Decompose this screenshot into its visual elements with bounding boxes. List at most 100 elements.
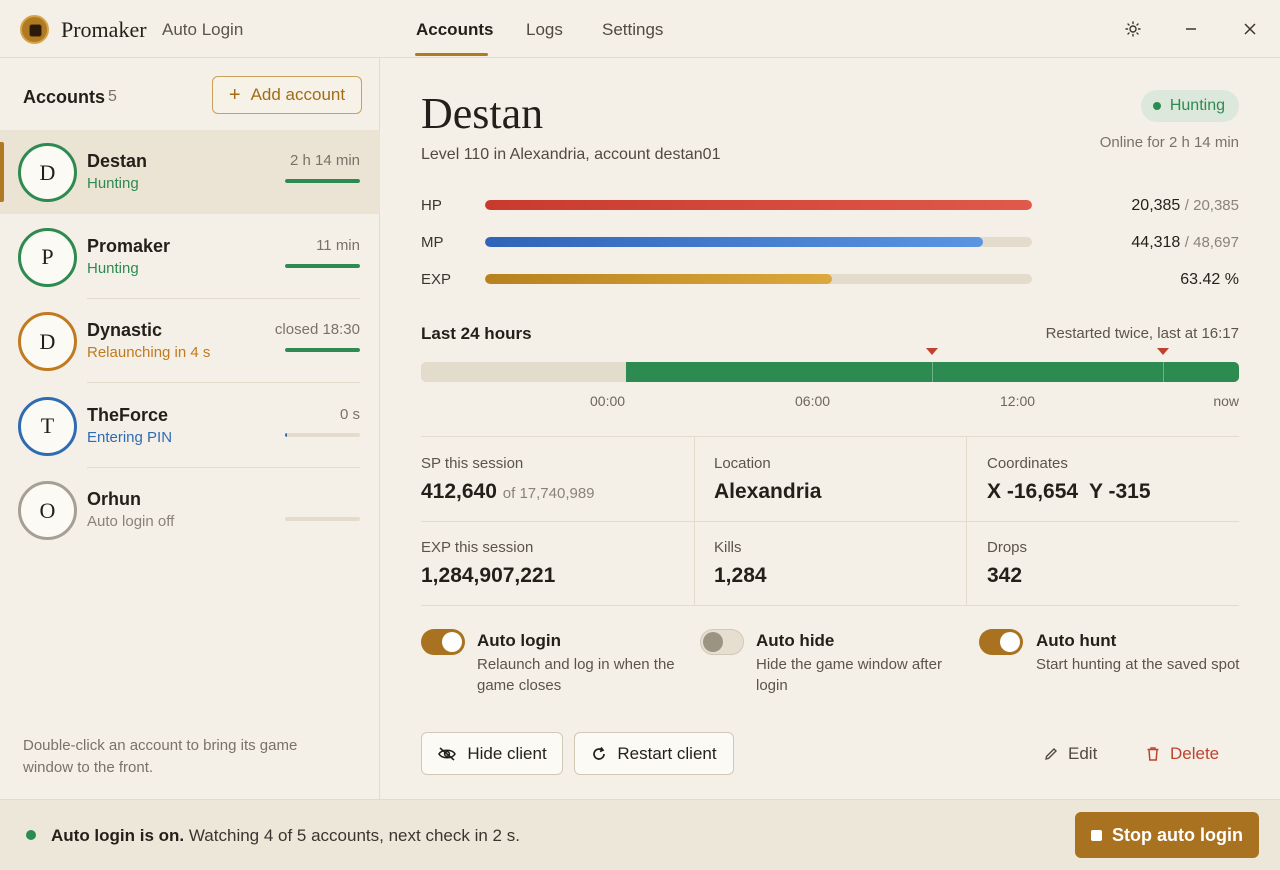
sidebar-hint: Double-click an account to bring its gam… — [23, 737, 298, 776]
avatar-initial: T — [40, 413, 55, 438]
status-footer: Auto login is on. Watching 4 of 5 accoun… — [0, 799, 1280, 870]
close-button[interactable] — [1237, 16, 1263, 42]
stop-icon — [1091, 829, 1102, 841]
account-detail: Destan Level 110 in Alexandria, account … — [381, 58, 1280, 799]
account-row[interactable]: T TheForce Entering PIN 0 s — [0, 384, 380, 468]
account-progress-bar — [285, 348, 360, 352]
stop-auto-login-button[interactable]: Stop auto login — [1075, 812, 1259, 858]
sun-icon — [1125, 21, 1141, 37]
restart-client-button[interactable]: Restart client — [574, 732, 734, 775]
minimize-button[interactable] — [1178, 16, 1204, 42]
account-name: TheForce — [87, 404, 169, 425]
account-progress-fill — [285, 263, 360, 268]
status-dot-icon — [26, 830, 36, 840]
tab-accounts[interactable]: Accounts — [416, 20, 493, 40]
tab-logs[interactable]: Logs — [526, 20, 563, 40]
hp-bar — [485, 200, 1032, 210]
auto-hunt-toggle[interactable] — [979, 629, 1023, 655]
delete-button[interactable]: Delete — [1145, 744, 1219, 764]
exp-session-value: 1,284,907,221 — [421, 564, 556, 587]
account-row[interactable]: D Dynastic Relaunching in 4 s closed 18:30 — [0, 299, 380, 383]
coordinates-cell: Coordinates X -16,654 Y -315 — [987, 437, 1239, 521]
plus-icon: + — [228, 84, 241, 106]
account-row[interactable]: P Promaker Hunting 11 min — [0, 215, 380, 299]
drops-label: Drops — [987, 539, 1028, 556]
hide-client-button[interactable]: Hide client — [421, 732, 563, 775]
account-row[interactable]: D Destan Hunting 2 h 14 min — [0, 130, 380, 214]
exp-bar-fill — [485, 274, 832, 284]
sp-total: of 17,740,989 — [502, 485, 595, 502]
sidebar-title: Accounts — [23, 87, 106, 107]
location-label: Location — [714, 455, 771, 472]
accounts-sidebar: Accounts 5 + Add account D Destan Hunting 2… — [0, 58, 380, 799]
account-time: 11 min — [316, 236, 360, 254]
eye-off-icon — [438, 746, 457, 761]
edit-label: Edit — [1068, 744, 1098, 763]
timeline-tick-1200: 12:00 — [1000, 393, 1036, 409]
coordinate-x: X -16,654 — [987, 480, 1079, 503]
coordinates-label: Coordinates — [987, 455, 1068, 472]
account-status: Hunting — [87, 175, 139, 192]
account-progress-fill — [285, 348, 360, 352]
restart-client-label: Restart client — [617, 743, 717, 763]
close-icon — [1244, 23, 1256, 35]
auto-hunt-description: Start hunting at the saved spot — [1036, 656, 1240, 673]
footer-status-text: Watching 4 of 5 accounts, next check in … — [188, 826, 520, 845]
toggle-knob — [703, 632, 723, 652]
auto-login-title: Auto login — [477, 631, 562, 650]
hp-max: / 20,385 — [1184, 197, 1239, 214]
toggle-knob — [442, 632, 462, 652]
hp-bar-fill — [485, 200, 1032, 210]
avatar-initial: P — [41, 244, 54, 269]
active-tab-indicator — [415, 53, 488, 56]
restart-tick — [1162, 362, 1164, 382]
mp-label: MP — [421, 234, 444, 251]
account-name: Promaker — [87, 235, 171, 256]
exp-value: 63.42 % — [1180, 271, 1239, 288]
grid-divider — [421, 605, 1239, 606]
add-account-button[interactable]: + Add account — [212, 76, 362, 114]
timeline-tick-now: now — [1213, 393, 1239, 409]
avatar-initial: D — [39, 328, 56, 354]
account-time: 0 s — [339, 405, 360, 423]
auto-login-description: Relaunch and log in when the game closes — [477, 656, 675, 694]
sp-value: 412,640 of 17,740,989 — [421, 480, 595, 504]
edit-button[interactable]: Edit — [1043, 744, 1097, 764]
restart-marker-icon — [1156, 348, 1169, 355]
session-stats-grid: SP this session 412,640 of 17,740,989 Lo… — [421, 436, 1239, 606]
exp-session-label: EXP this session — [421, 539, 534, 556]
activity-timeline — [421, 362, 1239, 382]
hp-label: HP — [421, 197, 442, 214]
auto-hide-toggle[interactable] — [700, 629, 744, 655]
location-value: Alexandria — [714, 480, 822, 503]
restart-marker-icon — [926, 348, 939, 355]
delete-label: Delete — [1170, 744, 1220, 763]
status-badge: Hunting — [1140, 90, 1239, 122]
account-progress-bar — [285, 179, 360, 183]
auto-login-toggle[interactable] — [421, 629, 465, 655]
app-logo-icon — [20, 15, 49, 44]
auto-hide-title: Auto hide — [756, 631, 835, 650]
hp-current: 20,385 — [1131, 197, 1181, 214]
account-row[interactable]: O Orhun Auto login off — [0, 468, 380, 552]
kills-value: 1,284 — [714, 564, 767, 587]
account-progress-bar — [285, 263, 360, 268]
account-name: Dynastic — [87, 320, 163, 340]
detail-name: Destan — [421, 89, 544, 138]
account-status: Entering PIN — [87, 428, 173, 446]
sp-cell: SP this session 412,640 of 17,740,989 — [421, 437, 694, 521]
account-status: Hunting — [87, 259, 139, 277]
mp-bar — [485, 237, 1032, 247]
tab-settings[interactable]: Settings — [602, 20, 663, 40]
status-dot-icon — [1152, 102, 1161, 110]
account-progress-bar — [285, 517, 360, 521]
app-subtitle: Auto Login — [162, 20, 244, 39]
avatar-initial: D — [39, 159, 56, 185]
add-account-label: Add account — [250, 85, 346, 104]
account-status: Relaunching in 4 s — [87, 344, 211, 361]
account-count: 5 — [108, 88, 117, 105]
theme-toggle-button[interactable] — [1120, 16, 1146, 42]
kills-cell: Kills 1,284 — [714, 521, 966, 605]
grid-divider — [694, 437, 695, 605]
exp-label: EXP — [421, 271, 452, 288]
